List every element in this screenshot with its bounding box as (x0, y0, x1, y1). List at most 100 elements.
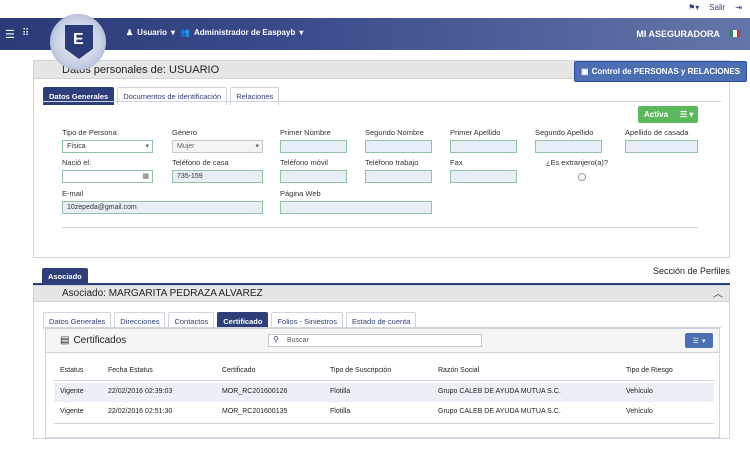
shield-logo-icon: E (65, 25, 93, 59)
extranjero-radio[interactable] (578, 173, 586, 181)
chevron-up-icon[interactable]: ︿ (713, 287, 723, 303)
relaciones-button[interactable]: ▣ Control de PERSONAS y RELACIONES (574, 61, 748, 82)
notifications-icon[interactable]: ⚑▾ (688, 3, 699, 12)
nacio-label: Nació el: (62, 158, 92, 167)
table-row[interactable]: Vigente 22/02/2016 02:39:03 MOR_RC201600… (54, 383, 714, 402)
table-bottom-divider (54, 423, 714, 424)
col-estatus[interactable]: Estatus (60, 367, 83, 374)
hamburger-menu-icon[interactable]: ☰ (5, 28, 15, 41)
primer-nombre-label: Primer Nombre (280, 128, 331, 137)
form-divider (62, 227, 698, 228)
top-strip-actions: ⚑▾ Salir ⇥ (688, 3, 742, 12)
primer-apellido-input[interactable] (450, 140, 517, 153)
certificados-header: ▤ Certificados ⚲ Buscar ☰ ▾ (46, 329, 719, 353)
col-certificado[interactable]: Certificado (222, 367, 255, 374)
id-card-icon: ▣ (581, 67, 589, 76)
tab-divider (43, 101, 721, 102)
user-menu[interactable]: ♟ Usuario ▾ (126, 28, 175, 37)
brand-name: MI ASEGURADORA (636, 29, 720, 39)
col-razon-social[interactable]: Razón Social (438, 367, 479, 374)
fax-label: Fax (450, 158, 463, 167)
tab-datos-generales[interactable]: Datos Generales (43, 87, 115, 105)
tab-relaciones[interactable]: Relaciones (230, 87, 280, 105)
list-menu-icon: ☰ (692, 337, 699, 345)
search-placeholder: Buscar (287, 337, 309, 344)
app-logo[interactable]: E (50, 14, 106, 70)
extranjero-label: ¿Es extranjero(a)? (546, 158, 609, 167)
segundo-nombre-input[interactable] (365, 140, 432, 153)
user-icon: ♟ (126, 28, 134, 37)
cell-tipo-suscripcion: Flotilla (330, 388, 351, 395)
table-row[interactable]: Vigente 22/02/2016 02:51:30 MOR_RC201600… (54, 403, 714, 422)
search-input[interactable]: ⚲ Buscar (268, 334, 482, 347)
relaciones-button-label: Control de PERSONAS y RELACIONES (591, 67, 741, 76)
genero-value: Mujer (177, 143, 195, 150)
apps-grid-icon[interactable]: ⠿ (22, 28, 29, 39)
user-menu-label: Usuario (137, 28, 167, 37)
header-divider (54, 380, 714, 381)
nacio-date-input[interactable]: ▦ (62, 170, 153, 183)
certificados-title: ▤ Certificados (60, 335, 126, 346)
main-navbar: ☰ ⠿ ♟ Usuario ▾ 👥 Administrador de Easpa… (0, 18, 750, 50)
col-tipo-riesgo[interactable]: Tipo de Riesgo (626, 367, 673, 374)
cell-tipo-riesgo: Vehículo (626, 408, 653, 415)
apellido-casada-label: Apellido de casada (625, 128, 689, 137)
card-icon: ▤ (60, 335, 70, 346)
status-label: Activa (644, 110, 669, 119)
tel-trabajo-label: Teléfono trabajo (365, 158, 419, 167)
status-dropdown-button[interactable]: Activa ☰ ▾ (638, 106, 698, 123)
primer-apellido-label: Primer Apellido (450, 128, 501, 137)
apellido-casada-input[interactable] (625, 140, 698, 153)
email-label: E-mail (62, 189, 84, 198)
primer-nombre-input[interactable] (280, 140, 347, 153)
cell-estatus: Vigente (60, 388, 84, 395)
select-arrow-icon: ▾ (255, 143, 259, 150)
select-arrow-icon: ▾ (145, 143, 149, 150)
calendar-icon[interactable]: ▦ (142, 172, 149, 180)
segundo-apellido-input[interactable] (535, 140, 602, 153)
cell-certificado: MOR_RC201600126 (222, 388, 288, 395)
cell-certificado: MOR_RC201600135 (222, 408, 288, 415)
web-input[interactable] (280, 201, 432, 214)
top-strip: ⚑▾ Salir ⇥ (0, 0, 750, 18)
tel-casa-value: 735-159 (177, 173, 203, 180)
asociado-header: Asociado: MARGARITA PEDRAZA ALVAREZ ︿ (33, 285, 730, 302)
logout-icon[interactable]: ⇥ (735, 3, 742, 12)
cell-fecha: 22/02/2016 02:39:03 (108, 388, 173, 395)
cell-estatus: Vigente (60, 408, 84, 415)
tel-casa-input[interactable]: 735-159 (172, 170, 263, 183)
certificados-panel: ▤ Certificados ⚲ Buscar ☰ ▾ Estatus Fech… (45, 328, 720, 438)
personal-tabs: Datos Generales Documentos de identifica… (43, 87, 280, 105)
fax-input[interactable] (450, 170, 517, 183)
segundo-apellido-label: Segundo Apellido (535, 128, 594, 137)
perfiles-heading: Sección de Perfiles (652, 266, 730, 276)
tel-casa-label: Teléfono de casa (172, 158, 229, 167)
tel-trabajo-input[interactable] (365, 170, 432, 183)
tel-movil-label: Teléfono móvil (280, 158, 328, 167)
tab-documentos[interactable]: Documentos de identificación (117, 87, 228, 105)
cell-razon-social: Grupo CALEB DE AYUDA MUTUA S.C. (438, 408, 561, 415)
asociado-title: Asociado: MARGARITA PEDRAZA ALVAREZ (62, 288, 263, 299)
tel-movil-input[interactable] (280, 170, 347, 183)
certificados-title-label: Certificados (73, 335, 127, 346)
logout-link[interactable]: Salir (709, 3, 725, 12)
segundo-nombre-label: Segundo Nombre (365, 128, 424, 137)
genero-select[interactable]: Mujer ▾ (172, 140, 263, 153)
col-fecha-estatus[interactable]: Fecha Estatus (108, 367, 153, 374)
users-icon: 👥 (180, 28, 190, 37)
cell-tipo-riesgo: Vehículo (626, 388, 653, 395)
admin-menu[interactable]: 👥 Administrador de Easpayb ▾ (180, 28, 303, 37)
chevron-down-icon: ▾ (299, 28, 304, 37)
tipo-persona-label: Tipo de Persona (62, 128, 117, 137)
list-menu-icon: ☰ ▾ (680, 110, 694, 119)
logo-letter: E (73, 31, 84, 48)
tipo-persona-value: Física (67, 143, 86, 150)
email-input[interactable]: 10zepeda@gmail.com (62, 201, 263, 214)
table-menu-button[interactable]: ☰ ▾ (685, 333, 713, 348)
email-value: 10zepeda@gmail.com (67, 204, 137, 211)
chevron-down-icon: ▾ (170, 28, 175, 37)
col-tipo-suscripcion[interactable]: Tipo de Suscripción (330, 367, 391, 374)
chevron-down-icon: ▾ (701, 337, 706, 345)
tipo-persona-select[interactable]: Física ▾ (62, 140, 153, 153)
web-label: Página Web (280, 189, 321, 198)
